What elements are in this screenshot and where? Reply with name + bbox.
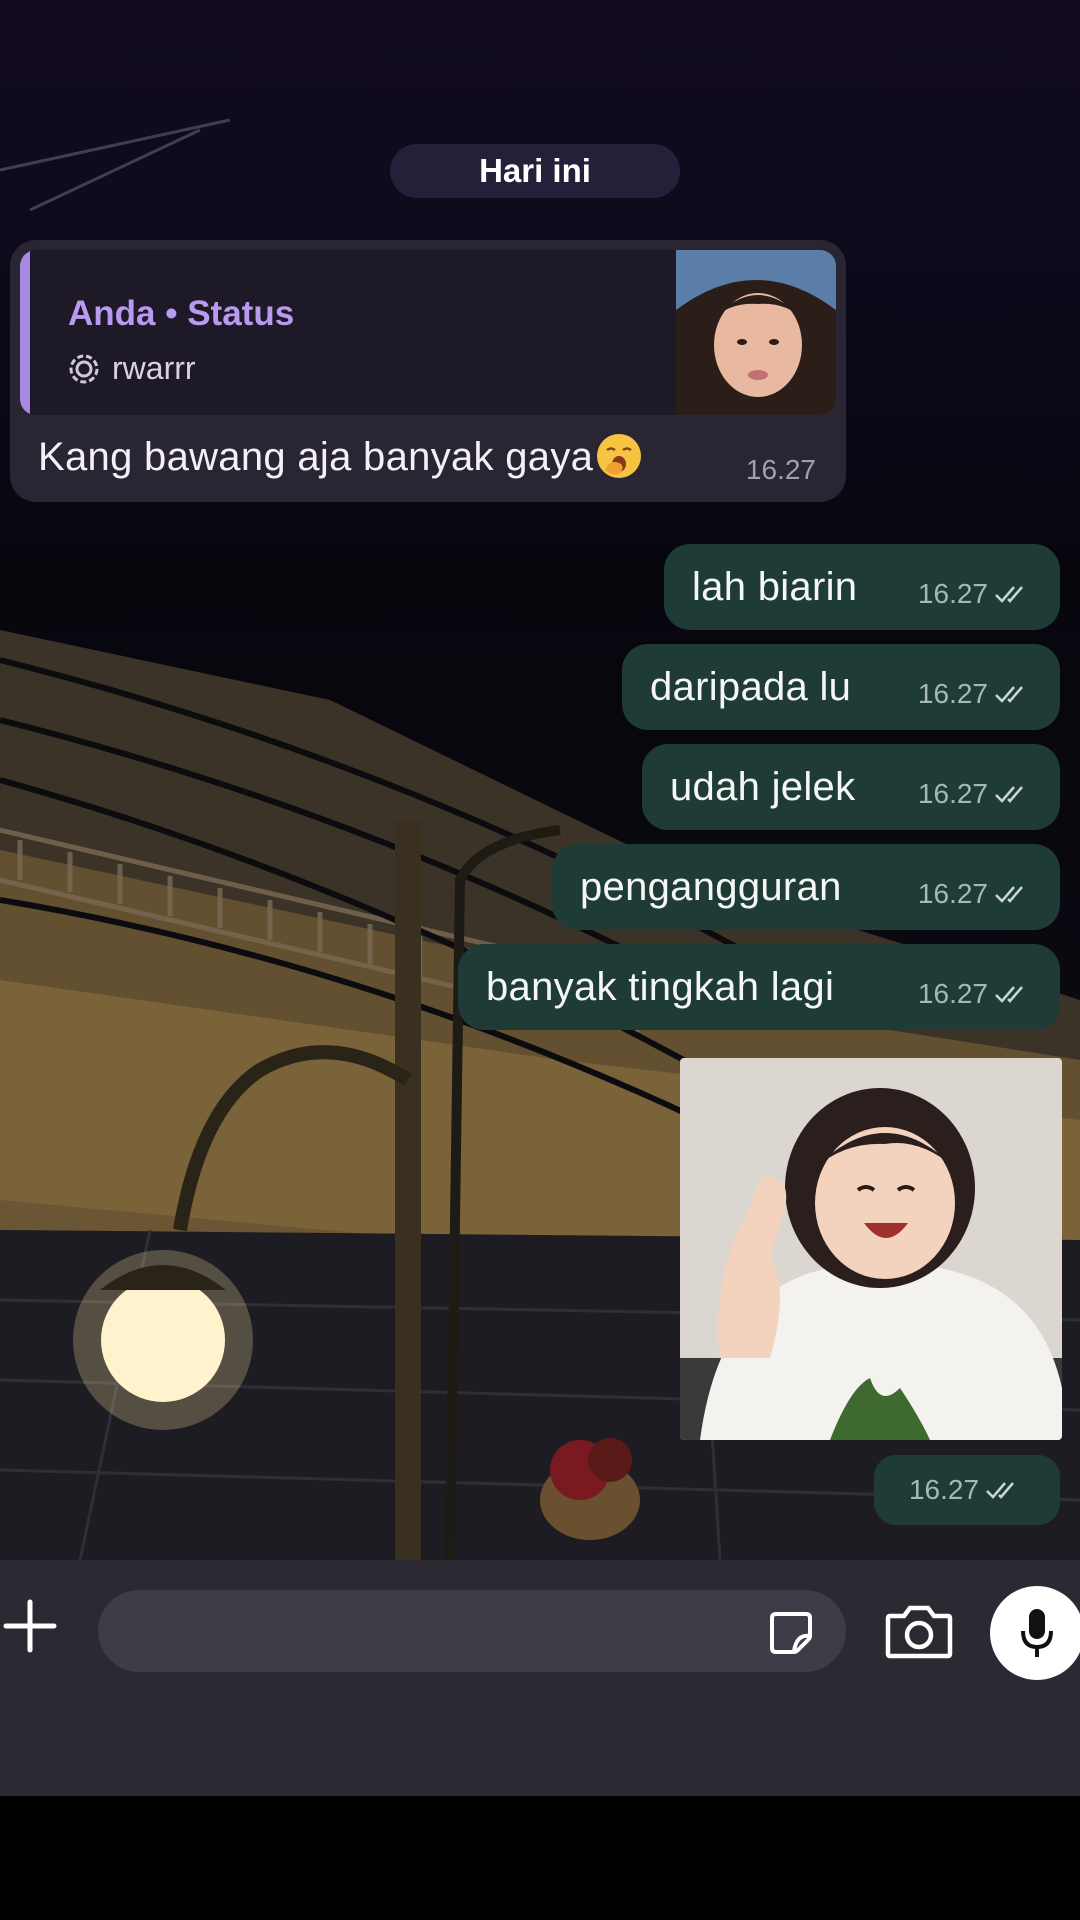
outgoing-message-text: udah jelek xyxy=(670,764,856,809)
image-message[interactable] xyxy=(680,1058,1062,1440)
message-time: 16.27 xyxy=(745,454,816,485)
outgoing-message-text: pengangguran xyxy=(580,864,842,909)
message-time: 16.27 xyxy=(917,578,988,609)
outgoing-message-bubble[interactable]: pengangguran 16.27 xyxy=(552,844,1060,930)
message-meta: 16.27 xyxy=(918,664,1060,710)
outgoing-message-bubble[interactable]: daripada lu 16.27 xyxy=(622,644,1060,730)
incoming-message-bubble[interactable]: Anda • Status rwarrr Kang bawang aja ban… xyxy=(10,240,846,502)
message-time: 16.27 xyxy=(917,878,988,909)
message-time: 16.27 xyxy=(917,978,988,1009)
message-meta: 16.27 xyxy=(918,964,1060,1010)
outgoing-message-bubble[interactable]: banyak tingkah lagi 16.27 xyxy=(458,944,1060,1030)
double-check-icon xyxy=(995,986,1023,1003)
message-time: 16.27 xyxy=(917,778,988,809)
navigation-area xyxy=(0,1796,1080,1920)
outgoing-message-bubble[interactable]: lah biarin 16.27 xyxy=(664,544,1060,630)
outgoing-message-text: lah biarin xyxy=(692,564,858,609)
quote-subtitle: rwarrr xyxy=(68,350,196,387)
quote-subtitle-text: rwarrr xyxy=(112,350,196,386)
camera-icon[interactable] xyxy=(884,1602,954,1660)
plus-icon[interactable] xyxy=(0,1596,60,1656)
double-check-icon xyxy=(995,586,1023,603)
message-input-bar xyxy=(0,1560,1080,1796)
message-meta: 16.27 xyxy=(918,764,1060,810)
double-check-icon xyxy=(995,786,1023,803)
incoming-text: Kang bawang aja banyak gaya xyxy=(38,435,594,479)
sticker-icon[interactable] xyxy=(766,1608,816,1658)
outgoing-message-bubble[interactable]: udah jelek 16.27 xyxy=(642,744,1060,830)
status-reply-quote[interactable]: Anda • Status rwarrr xyxy=(20,250,836,415)
message-meta: 16.27 xyxy=(918,864,1060,910)
quote-title: Anda • Status xyxy=(68,294,295,333)
status-thumbnail[interactable] xyxy=(676,250,836,415)
quote-accent-bar xyxy=(20,250,30,415)
message-meta: 16.27 xyxy=(918,564,1060,610)
message-time: 16.27 xyxy=(908,1474,980,1505)
double-check-icon xyxy=(995,886,1023,903)
date-divider: Hari ini xyxy=(390,144,680,198)
double-check-icon xyxy=(995,686,1023,703)
status-ring-icon xyxy=(69,354,99,383)
incoming-message-text: Kang bawang aja banyak gaya xyxy=(38,432,643,480)
double-check-icon xyxy=(986,1482,1014,1499)
message-input[interactable] xyxy=(98,1590,846,1672)
outgoing-message-text: banyak tingkah lagi xyxy=(486,964,835,1009)
yawning-face-icon xyxy=(597,434,642,478)
outgoing-message-text: daripada lu xyxy=(650,664,852,709)
image-message-meta: 16.27 xyxy=(874,1455,1060,1525)
message-time: 16.27 xyxy=(917,678,988,709)
microphone-button[interactable] xyxy=(990,1586,1080,1680)
microphone-icon xyxy=(1021,1609,1053,1657)
